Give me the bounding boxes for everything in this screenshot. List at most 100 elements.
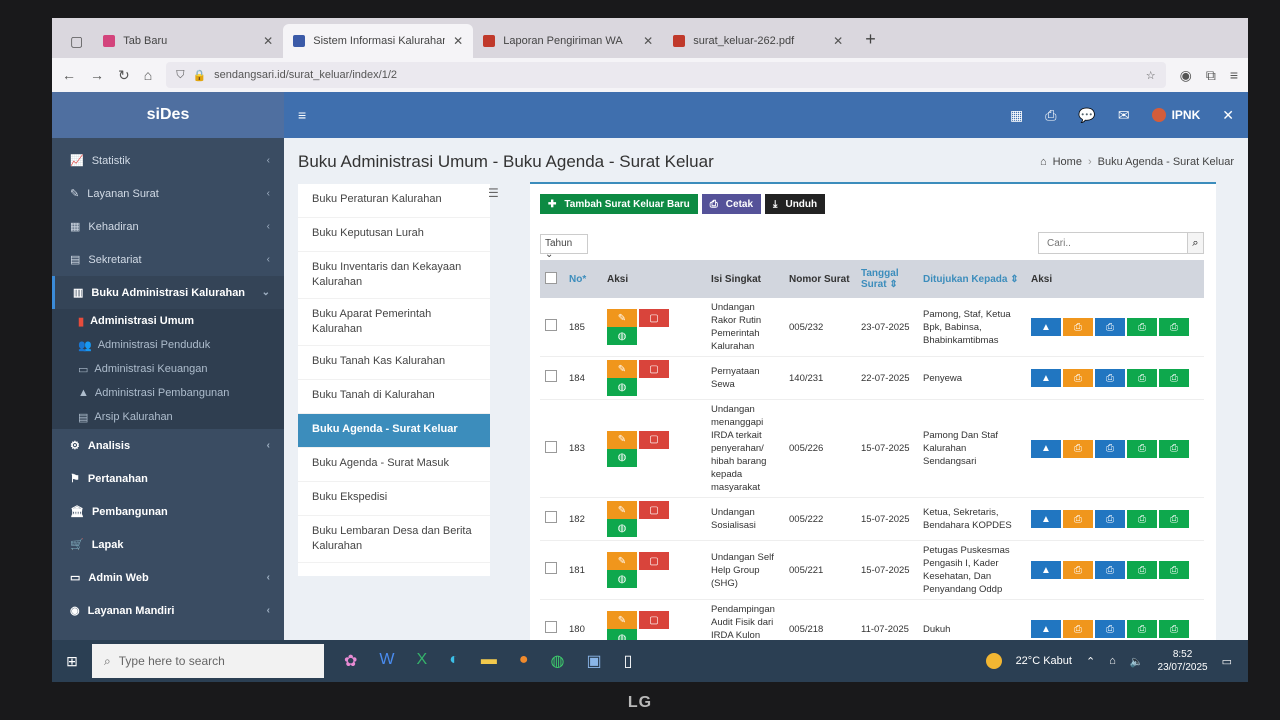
sidebar-subitem-administrasi-keuangan[interactable]: ▭ Administrasi Keuangan (52, 357, 284, 381)
network-icon[interactable]: ⌂ (1109, 655, 1116, 667)
printer-icon[interactable]: ⎙ (1063, 318, 1093, 336)
printer-icon[interactable]: ⎙ (1095, 439, 1125, 458)
archive-icon[interactable]: ▲ (1031, 561, 1061, 579)
browser-tab-1[interactable]: Tab Baru ✕ (93, 24, 283, 58)
sidebar-item-kehadiran[interactable]: ▦ Kehadiran ‹ (52, 210, 284, 243)
home-icon[interactable]: ⌂ (144, 67, 152, 83)
sidebar-item-analisis[interactable]: ⚙ Analisis ‹ (52, 429, 284, 462)
row-checkbox[interactable] (545, 511, 557, 523)
archive-icon[interactable]: ▲ (1031, 620, 1061, 638)
close-icon[interactable]: ✕ (643, 34, 653, 48)
photos-icon[interactable]: ▣ (587, 651, 602, 671)
edit-icon[interactable]: ✎ (607, 611, 637, 629)
calendar-icon[interactable]: ▦ (1010, 107, 1023, 124)
printer-icon[interactable]: ⎙ (1063, 561, 1093, 579)
printer-icon[interactable]: ⎙ (1159, 369, 1189, 387)
row-checkbox[interactable] (545, 319, 557, 331)
whatsapp-icon[interactable]: ◍ (607, 519, 637, 537)
close-icon[interactable]: ✕ (833, 34, 843, 48)
word-icon[interactable]: W (379, 651, 394, 671)
printer-icon[interactable]: ⎙ (1063, 510, 1093, 528)
printer-icon[interactable]: ⎙ (1159, 620, 1189, 638)
breadcrumb-home[interactable]: Home (1053, 156, 1082, 168)
sidebar-item-buku-administrasi[interactable]: ▥ Buku Administrasi Kalurahan ⌄ (52, 276, 284, 309)
sidebar-subitem-administrasi-penduduk[interactable]: 👥 Administrasi Penduduk (52, 333, 284, 357)
printer-icon[interactable]: ⎙ (1063, 369, 1093, 387)
printer-icon[interactable]: ⎙ (1095, 510, 1125, 528)
search-icon[interactable]: ⌕ (1187, 233, 1203, 253)
delete-icon[interactable]: ▢ (639, 501, 669, 519)
select-all-checkbox[interactable] (545, 271, 557, 284)
bookmark-star-icon[interactable]: ☆ (1146, 69, 1156, 82)
clock[interactable]: 8:52 23/07/2025 (1158, 648, 1208, 674)
printer-icon[interactable]: ⎙ (1095, 561, 1125, 579)
row-select[interactable] (540, 298, 564, 357)
header-no[interactable]: No* (564, 260, 602, 298)
close-icon[interactable]: ✕ (263, 34, 273, 48)
app-logo[interactable]: siDes (52, 92, 284, 138)
sidebar-item-pembangunan[interactable]: 🏛 Pembangunan (52, 495, 284, 528)
mail-icon[interactable]: ✉ (1118, 107, 1130, 124)
book-menu-item[interactable]: Buku Keputusan Lurah (298, 218, 490, 252)
header-tanggal-surat[interactable]: Tanggal Surat ⇕ (856, 260, 918, 298)
whatsapp-icon[interactable]: ◍ (607, 378, 637, 396)
book-menu-item[interactable]: Buku Aparat Pemerintah Kalurahan (298, 299, 490, 346)
firefox-icon[interactable]: ● (519, 651, 529, 671)
reload-icon[interactable]: ↻ (118, 67, 130, 84)
address-bar[interactable]: ⛉ 🔒 sendangsari.id/surat_keluar/index/1/… (166, 62, 1166, 88)
sidebar-subitem-administrasi-umum[interactable]: ▮ Administrasi Umum (52, 309, 284, 333)
sidebar-item-statistik[interactable]: 📈 Statistik ‹ (52, 144, 284, 177)
file-explorer-icon[interactable]: ▬ (481, 651, 497, 671)
windows-start-icon[interactable]: ⊞ (52, 653, 92, 670)
row-checkbox[interactable] (545, 440, 557, 453)
printer-icon[interactable]: ⎙ (1127, 620, 1157, 638)
book-menu-item[interactable]: Buku Inventaris dan Kekayaan Kalurahan (298, 252, 490, 299)
printer-icon[interactable]: ⎙ (1159, 561, 1189, 579)
whatsapp-icon[interactable]: ◍ (607, 448, 637, 467)
row-checkbox[interactable] (545, 370, 557, 382)
sidebar-item-layanan-surat[interactable]: ✎ Layanan Surat ‹ (52, 177, 284, 210)
collapse-menu-icon[interactable]: ☰ (488, 186, 499, 200)
book-menu-item[interactable]: Buku Agenda - Surat Masuk (298, 448, 490, 482)
year-select[interactable]: Tahun ⌄ (540, 234, 588, 260)
volume-icon[interactable]: 🔈 (1130, 655, 1144, 668)
notification-icon[interactable]: ▭ (1222, 655, 1232, 668)
book-menu-item[interactable]: Buku Peraturan Kalurahan (298, 184, 490, 218)
notepad-icon[interactable]: ▯ (624, 651, 633, 671)
close-icon[interactable]: ✕ (1222, 107, 1234, 124)
tab-overview-icon[interactable]: ▢ (60, 33, 93, 58)
sidebar-item-layanan-mandiri[interactable]: ◉ Layanan Mandiri ‹ (52, 594, 284, 627)
book-menu-item[interactable]: Buku Lembaran Desa dan Berita Kalurahan (298, 516, 490, 563)
browser-tab-3[interactable]: Laporan Pengiriman WA ✕ (473, 24, 663, 58)
row-checkbox[interactable] (545, 562, 557, 574)
printer-icon[interactable]: ⎙ (1159, 510, 1189, 528)
account-icon[interactable]: ◉ (1180, 67, 1192, 84)
book-menu-item-active[interactable]: Buku Agenda - Surat Keluar (298, 414, 490, 448)
book-menu-item[interactable]: Buku Ekspedisi (298, 482, 490, 516)
printer-icon[interactable]: ⎙ (1127, 369, 1157, 387)
whatsapp-icon[interactable]: ◍ (551, 651, 565, 671)
edit-icon[interactable]: ✎ (607, 430, 637, 449)
row-select[interactable] (540, 399, 564, 498)
header-ditujukan-kepada[interactable]: Ditujukan Kepada ⇕ (918, 260, 1026, 298)
printer-icon[interactable]: ⎙ (1127, 439, 1157, 458)
sidebar-subitem-arsip-kalurahan[interactable]: ▤ Arsip Kalurahan (52, 405, 284, 429)
archive-icon[interactable]: ▲ (1031, 439, 1061, 458)
archive-icon[interactable]: ▲ (1031, 369, 1061, 387)
row-select[interactable] (540, 540, 564, 600)
printer-icon[interactable]: ⎙ (1095, 369, 1125, 387)
browser-tab-4[interactable]: surat_keluar-262.pdf ✕ (663, 24, 853, 58)
delete-icon[interactable]: ▢ (639, 360, 669, 378)
printer-icon[interactable]: ⎙ (1095, 620, 1125, 638)
delete-icon[interactable]: ▢ (639, 552, 669, 570)
delete-icon[interactable]: ▢ (639, 611, 669, 629)
printer-icon[interactable]: ⎙ (1127, 561, 1157, 579)
user-menu[interactable]: IPNK (1151, 108, 1200, 122)
print-button[interactable]: ⎙ Cetak (701, 194, 762, 214)
book-menu-item[interactable]: Buku Tanah di Kalurahan (298, 380, 490, 414)
printer-icon[interactable]: ⎙ (1127, 318, 1157, 336)
menu-icon[interactable]: ≡ (1230, 67, 1238, 83)
sidebar-item-admin-web[interactable]: ▭ Admin Web ‹ (52, 561, 284, 594)
download-button[interactable]: ⤓ Unduh (765, 194, 826, 214)
new-tab-icon[interactable]: + (853, 29, 888, 58)
